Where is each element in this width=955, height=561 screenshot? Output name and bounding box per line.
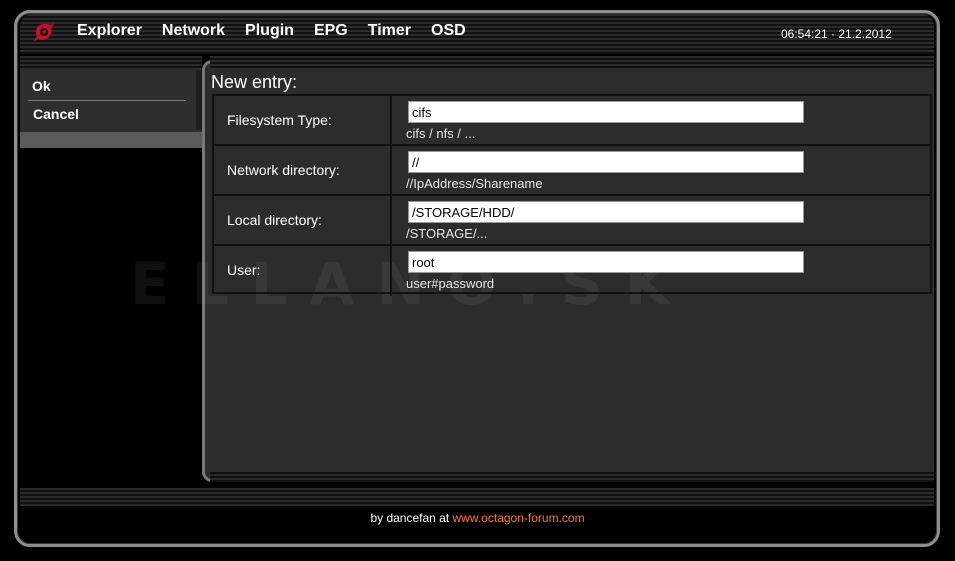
field-hint: cifs / nfs / ... <box>406 126 476 141</box>
user-input[interactable] <box>408 251 804 273</box>
network-directory-input[interactable] <box>408 151 804 173</box>
form-row-user: User: user#password <box>214 246 930 296</box>
field-label: Filesystem Type: <box>214 96 392 144</box>
field-value-cell: //IpAddress/Sharename <box>394 146 930 194</box>
menu-item-plugin[interactable]: Plugin <box>245 22 294 40</box>
sidebar-header-strip <box>20 56 202 70</box>
footer-credit: by dancefan at <box>370 511 450 525</box>
form-row-local-directory: Local directory: /STORAGE/... <box>214 196 930 246</box>
cancel-button[interactable]: Cancel <box>20 100 196 128</box>
field-value-cell: cifs / nfs / ... <box>394 96 930 144</box>
main-top-strip <box>210 56 934 68</box>
menu-item-timer[interactable]: Timer <box>368 22 411 40</box>
page-title: New entry: <box>211 72 298 92</box>
field-hint: user#password <box>406 276 495 291</box>
action-sidebar: Ok Cancel <box>20 70 202 148</box>
filesystem-type-input[interactable] <box>408 101 804 123</box>
menu-item-osd[interactable]: OSD <box>431 22 466 40</box>
entry-form: Filesystem Type: cifs / nfs / ... Networ… <box>212 94 932 296</box>
footer: by dancefan at www.octagon-forum.com <box>0 511 955 525</box>
octagon-logo-icon <box>34 23 54 41</box>
ok-button[interactable]: Ok <box>20 72 196 100</box>
local-directory-input[interactable] <box>408 201 804 223</box>
main-menu: Explorer Network Plugin EPG Timer OSD <box>77 22 466 40</box>
field-label: Network directory: <box>214 146 392 194</box>
menu-item-explorer[interactable]: Explorer <box>77 22 142 40</box>
forum-link[interactable]: www.octagon-forum.com <box>453 511 585 525</box>
field-value-cell: user#password <box>394 246 930 296</box>
menu-item-network[interactable]: Network <box>162 22 225 40</box>
menu-item-epg[interactable]: EPG <box>314 22 348 40</box>
field-hint: //IpAddress/Sharename <box>406 176 543 191</box>
field-label: Local directory: <box>214 196 392 244</box>
field-hint: /STORAGE/... <box>406 226 488 241</box>
form-row-filesystem-type: Filesystem Type: cifs / nfs / ... <box>214 96 930 146</box>
field-value-cell: /STORAGE/... <box>394 196 930 244</box>
field-label: User: <box>214 246 392 296</box>
clock: 06:54:21 · 21.2.2012 <box>781 27 892 41</box>
bottom-strip <box>20 488 934 506</box>
form-row-network-directory: Network directory: //IpAddress/Sharename <box>214 146 930 196</box>
main-bottom-strip <box>210 470 934 482</box>
